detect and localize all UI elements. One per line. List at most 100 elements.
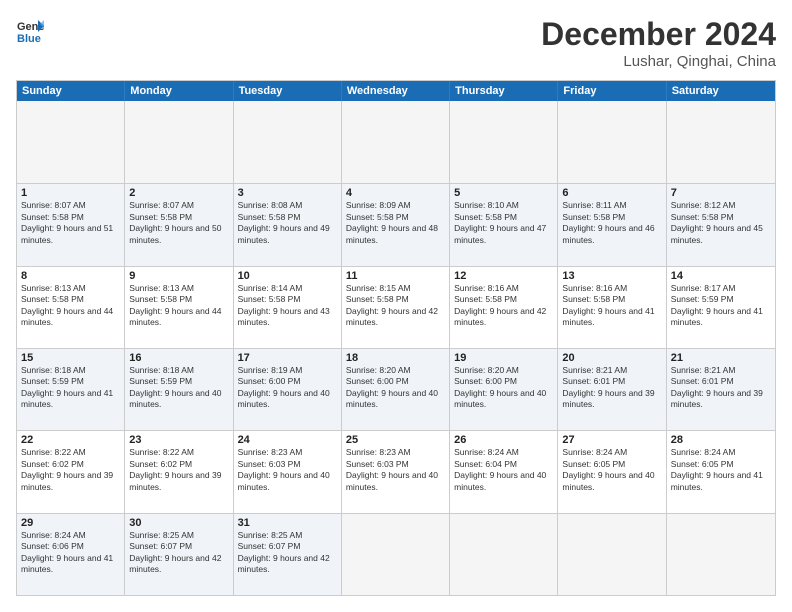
svg-text:Blue: Blue xyxy=(17,33,41,44)
day-number: 12 xyxy=(454,270,553,282)
day-number: 28 xyxy=(671,434,771,446)
cal-cell: 31Sunrise: 8:25 AMSunset: 6:07 PMDayligh… xyxy=(234,514,342,595)
cal-cell: 30Sunrise: 8:25 AMSunset: 6:07 PMDayligh… xyxy=(125,514,233,595)
logo: General Blue xyxy=(16,16,44,44)
cal-cell: 27Sunrise: 8:24 AMSunset: 6:05 PMDayligh… xyxy=(558,431,666,512)
day-number: 16 xyxy=(129,352,228,364)
day-number: 2 xyxy=(129,187,228,199)
cal-cell: 1Sunrise: 8:07 AMSunset: 5:58 PMDaylight… xyxy=(17,184,125,265)
cal-cell: 26Sunrise: 8:24 AMSunset: 6:04 PMDayligh… xyxy=(450,431,558,512)
day-info: Sunrise: 8:13 AMSunset: 5:58 PMDaylight:… xyxy=(129,283,228,329)
day-number: 23 xyxy=(129,434,228,446)
day-info: Sunrise: 8:10 AMSunset: 5:58 PMDaylight:… xyxy=(454,200,553,246)
day-number: 5 xyxy=(454,187,553,199)
calendar-header: SundayMondayTuesdayWednesdayThursdayFrid… xyxy=(17,81,775,101)
header-cell-saturday: Saturday xyxy=(667,81,775,101)
day-info: Sunrise: 8:18 AMSunset: 5:59 PMDaylight:… xyxy=(21,365,120,411)
day-number: 29 xyxy=(21,517,120,529)
week-row-1: 1Sunrise: 8:07 AMSunset: 5:58 PMDaylight… xyxy=(17,183,775,265)
cal-cell: 23Sunrise: 8:22 AMSunset: 6:02 PMDayligh… xyxy=(125,431,233,512)
day-info: Sunrise: 8:09 AMSunset: 5:58 PMDaylight:… xyxy=(346,200,445,246)
cal-cell xyxy=(125,101,233,183)
day-info: Sunrise: 8:15 AMSunset: 5:58 PMDaylight:… xyxy=(346,283,445,329)
header-cell-monday: Monday xyxy=(125,81,233,101)
day-number: 11 xyxy=(346,270,445,282)
day-number: 10 xyxy=(238,270,337,282)
day-number: 19 xyxy=(454,352,553,364)
month-year: December 2024 xyxy=(541,16,776,53)
cal-cell: 15Sunrise: 8:18 AMSunset: 5:59 PMDayligh… xyxy=(17,349,125,430)
day-number: 14 xyxy=(671,270,771,282)
cal-cell: 28Sunrise: 8:24 AMSunset: 6:05 PMDayligh… xyxy=(667,431,775,512)
cal-cell: 24Sunrise: 8:23 AMSunset: 6:03 PMDayligh… xyxy=(234,431,342,512)
cal-cell: 9Sunrise: 8:13 AMSunset: 5:58 PMDaylight… xyxy=(125,267,233,348)
day-info: Sunrise: 8:24 AMSunset: 6:04 PMDaylight:… xyxy=(454,447,553,493)
week-row-0 xyxy=(17,101,775,183)
cal-cell: 22Sunrise: 8:22 AMSunset: 6:02 PMDayligh… xyxy=(17,431,125,512)
week-row-2: 8Sunrise: 8:13 AMSunset: 5:58 PMDaylight… xyxy=(17,266,775,348)
cal-cell: 29Sunrise: 8:24 AMSunset: 6:06 PMDayligh… xyxy=(17,514,125,595)
day-number: 7 xyxy=(671,187,771,199)
day-info: Sunrise: 8:21 AMSunset: 6:01 PMDaylight:… xyxy=(562,365,661,411)
cal-cell: 4Sunrise: 8:09 AMSunset: 5:58 PMDaylight… xyxy=(342,184,450,265)
day-info: Sunrise: 8:19 AMSunset: 6:00 PMDaylight:… xyxy=(238,365,337,411)
cal-cell xyxy=(17,101,125,183)
day-number: 1 xyxy=(21,187,120,199)
cal-cell: 13Sunrise: 8:16 AMSunset: 5:58 PMDayligh… xyxy=(558,267,666,348)
day-number: 4 xyxy=(346,187,445,199)
cal-cell: 17Sunrise: 8:19 AMSunset: 6:00 PMDayligh… xyxy=(234,349,342,430)
day-info: Sunrise: 8:07 AMSunset: 5:58 PMDaylight:… xyxy=(21,200,120,246)
day-info: Sunrise: 8:16 AMSunset: 5:58 PMDaylight:… xyxy=(454,283,553,329)
day-number: 21 xyxy=(671,352,771,364)
day-info: Sunrise: 8:20 AMSunset: 6:00 PMDaylight:… xyxy=(346,365,445,411)
day-number: 31 xyxy=(238,517,337,529)
day-info: Sunrise: 8:23 AMSunset: 6:03 PMDaylight:… xyxy=(346,447,445,493)
calendar: SundayMondayTuesdayWednesdayThursdayFrid… xyxy=(16,80,776,596)
day-number: 6 xyxy=(562,187,661,199)
day-info: Sunrise: 8:13 AMSunset: 5:58 PMDaylight:… xyxy=(21,283,120,329)
cal-cell: 6Sunrise: 8:11 AMSunset: 5:58 PMDaylight… xyxy=(558,184,666,265)
day-info: Sunrise: 8:11 AMSunset: 5:58 PMDaylight:… xyxy=(562,200,661,246)
day-info: Sunrise: 8:23 AMSunset: 6:03 PMDaylight:… xyxy=(238,447,337,493)
header-cell-friday: Friday xyxy=(558,81,666,101)
calendar-body: 1Sunrise: 8:07 AMSunset: 5:58 PMDaylight… xyxy=(17,101,775,595)
cal-cell: 18Sunrise: 8:20 AMSunset: 6:00 PMDayligh… xyxy=(342,349,450,430)
day-number: 30 xyxy=(129,517,228,529)
day-info: Sunrise: 8:21 AMSunset: 6:01 PMDaylight:… xyxy=(671,365,771,411)
day-number: 9 xyxy=(129,270,228,282)
cal-cell: 25Sunrise: 8:23 AMSunset: 6:03 PMDayligh… xyxy=(342,431,450,512)
day-info: Sunrise: 8:25 AMSunset: 6:07 PMDaylight:… xyxy=(129,530,228,576)
day-info: Sunrise: 8:24 AMSunset: 6:05 PMDaylight:… xyxy=(562,447,661,493)
cal-cell xyxy=(342,514,450,595)
header-cell-thursday: Thursday xyxy=(450,81,558,101)
cal-cell: 19Sunrise: 8:20 AMSunset: 6:00 PMDayligh… xyxy=(450,349,558,430)
day-info: Sunrise: 8:22 AMSunset: 6:02 PMDaylight:… xyxy=(21,447,120,493)
cal-cell xyxy=(234,101,342,183)
cal-cell: 3Sunrise: 8:08 AMSunset: 5:58 PMDaylight… xyxy=(234,184,342,265)
day-info: Sunrise: 8:18 AMSunset: 5:59 PMDaylight:… xyxy=(129,365,228,411)
day-info: Sunrise: 8:12 AMSunset: 5:58 PMDaylight:… xyxy=(671,200,771,246)
page: General Blue December 2024 Lushar, Qingh… xyxy=(0,0,792,612)
day-info: Sunrise: 8:24 AMSunset: 6:06 PMDaylight:… xyxy=(21,530,120,576)
day-info: Sunrise: 8:20 AMSunset: 6:00 PMDaylight:… xyxy=(454,365,553,411)
cal-cell: 8Sunrise: 8:13 AMSunset: 5:58 PMDaylight… xyxy=(17,267,125,348)
day-number: 3 xyxy=(238,187,337,199)
day-number: 27 xyxy=(562,434,661,446)
cal-cell: 16Sunrise: 8:18 AMSunset: 5:59 PMDayligh… xyxy=(125,349,233,430)
day-info: Sunrise: 8:08 AMSunset: 5:58 PMDaylight:… xyxy=(238,200,337,246)
location: Lushar, Qinghai, China xyxy=(541,53,776,70)
day-number: 26 xyxy=(454,434,553,446)
cal-cell xyxy=(558,101,666,183)
cal-cell xyxy=(450,101,558,183)
cal-cell: 10Sunrise: 8:14 AMSunset: 5:58 PMDayligh… xyxy=(234,267,342,348)
day-info: Sunrise: 8:14 AMSunset: 5:58 PMDaylight:… xyxy=(238,283,337,329)
cal-cell: 7Sunrise: 8:12 AMSunset: 5:58 PMDaylight… xyxy=(667,184,775,265)
day-number: 18 xyxy=(346,352,445,364)
header-cell-tuesday: Tuesday xyxy=(234,81,342,101)
cal-cell: 2Sunrise: 8:07 AMSunset: 5:58 PMDaylight… xyxy=(125,184,233,265)
day-number: 13 xyxy=(562,270,661,282)
cal-cell: 21Sunrise: 8:21 AMSunset: 6:01 PMDayligh… xyxy=(667,349,775,430)
day-number: 17 xyxy=(238,352,337,364)
day-info: Sunrise: 8:25 AMSunset: 6:07 PMDaylight:… xyxy=(238,530,337,576)
day-info: Sunrise: 8:17 AMSunset: 5:59 PMDaylight:… xyxy=(671,283,771,329)
